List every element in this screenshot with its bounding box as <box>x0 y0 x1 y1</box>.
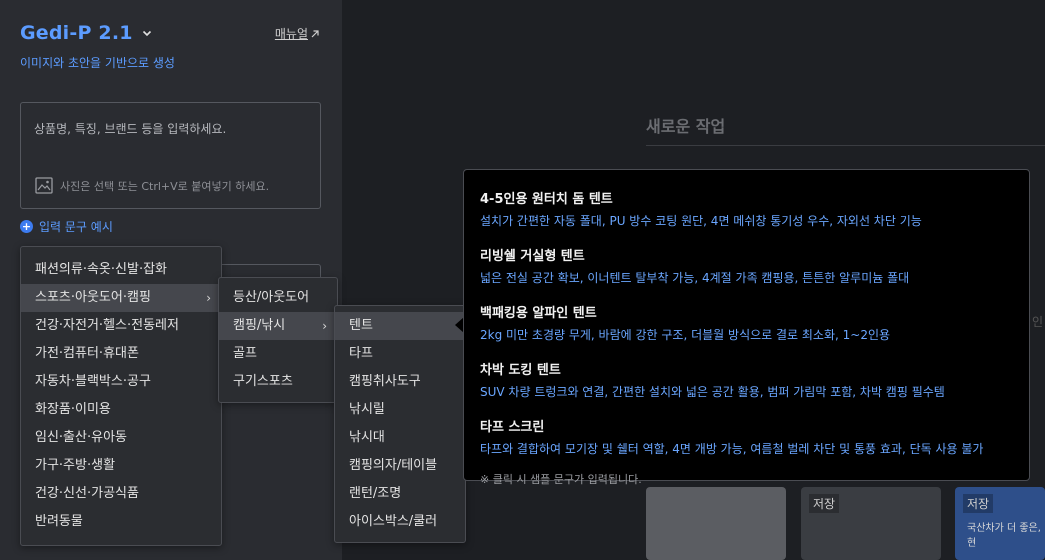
item-label: 낚시대 <box>349 430 385 445</box>
brand-selector[interactable]: Gedi-P 2.1 <box>20 22 153 44</box>
sample-desc: SUV 차량 트렁크와 연결, 간편한 설치와 넓은 공간 활용, 범퍼 가림막… <box>480 385 945 399</box>
sample-desc: 2kg 미만 초경량 무게, 바람에 강한 구조, 더블월 방식으로 결로 최소… <box>480 328 891 342</box>
category-item[interactable]: 가전·컴퓨터·휴대폰 <box>21 340 221 368</box>
category-item[interactable]: 건강·신선·가공식품 <box>21 480 221 508</box>
sample-entry[interactable]: 차박 도킹 텐트 SUV 차량 트렁크와 연결, 간편한 설치와 넓은 공간 활… <box>480 359 1013 400</box>
category-item[interactable]: 화장품·이미용 <box>21 396 221 424</box>
card-text: 국산차가 더 좋은, 현 <box>967 523 1041 549</box>
sample-title: 타프 스크린 <box>480 420 545 435</box>
prompt-placeholder: 상품명, 특징, 브랜드 등을 입력하세요. <box>34 122 227 136</box>
subcategory-menu: 등산/아웃도어 캠핑/낚시 › 골프 구기스포츠 <box>218 277 338 403</box>
category-label: 스포츠·아웃도어·캠핑 <box>35 290 151 305</box>
item-menu: 텐트 타프 캠핑취사도구 낚시릴 낚시대 캠핑의자/테이블 랜턴/조명 아이스박… <box>334 305 466 543</box>
item-label: 아이스박스/쿨러 <box>349 514 438 529</box>
chevron-down-icon <box>142 30 151 37</box>
sample-title: 차박 도킹 텐트 <box>480 363 561 378</box>
chevron-right-icon: › <box>322 319 327 333</box>
image-hint-text: 사진은 선택 또는 Ctrl+V로 붙여넣기 하세요. <box>60 179 270 193</box>
subcategory-item[interactable]: 등산/아웃도어 <box>219 284 337 312</box>
category-label: 건강·자전거·헬스·전동레저 <box>35 318 179 333</box>
item-label: 캠핑취사도구 <box>349 374 421 389</box>
sample-entry[interactable]: 리빙쉘 거실형 텐트 넓은 전실 공간 확보, 이너텐트 탈부착 가능, 4계절… <box>480 245 1013 286</box>
item-label: 캠핑의자/테이블 <box>349 458 438 473</box>
category-item[interactable]: 반려동물 <box>21 508 221 536</box>
subcategory-label: 등산/아웃도어 <box>233 290 310 305</box>
category-label: 건강·신선·가공식품 <box>35 486 139 501</box>
item-label: 텐트 <box>349 318 373 333</box>
card-tag: 저장 <box>963 494 994 513</box>
sample-desc: 넓은 전실 공간 확보, 이너텐트 탈부착 가능, 4계절 가족 캠핑용, 튼튼… <box>480 271 910 285</box>
sample-desc: 타프와 결합하여 모기장 및 쉘터 역할, 4면 개방 가능, 여름철 벌레 차… <box>480 442 984 456</box>
item-label: 타프 <box>349 346 373 361</box>
example-link[interactable]: + 입력 문구 예시 <box>20 218 113 235</box>
sample-entry[interactable]: 4-5인용 원터치 돔 텐트 설치가 간편한 자동 폴대, PU 방수 코팅 원… <box>480 188 1013 229</box>
category-menu: 패션의류·속옷·신발·잡화 스포츠·아웃도어·캠핑 › 건강·자전거·헬스·전동레… <box>20 246 222 546</box>
chevron-right-icon: › <box>206 291 211 305</box>
sample-title: 4-5인용 원터치 돔 텐트 <box>480 192 613 207</box>
section-title: 새로운 작업 <box>646 117 726 136</box>
category-label: 가구·주방·생활 <box>35 458 116 473</box>
item-entry[interactable]: 랜턴/조명 <box>335 480 465 508</box>
item-entry[interactable]: 낚시릴 <box>335 396 465 424</box>
sample-entry[interactable]: 타프 스크린 타프와 결합하여 모기장 및 쉘터 역할, 4면 개방 가능, 여… <box>480 416 1013 457</box>
sample-entry[interactable]: 백패킹용 알파인 텐트 2kg 미만 초경량 무게, 바람에 강한 구조, 더블… <box>480 302 1013 343</box>
subtitle: 이미지와 초안을 기반으로 생성 <box>20 56 175 70</box>
plus-circle-icon: + <box>20 220 33 233</box>
sample-desc: 설치가 간편한 자동 폴대, PU 방수 코팅 원단, 4면 메쉬창 통기성 우… <box>480 214 922 228</box>
category-item[interactable]: 건강·자전거·헬스·전동레저 <box>21 312 221 340</box>
subcategory-item[interactable]: 골프 <box>219 340 337 368</box>
category-label: 자동차·블랙박스·공구 <box>35 374 151 389</box>
category-label: 화장품·이미용 <box>35 402 111 417</box>
tooltip-note: ※ 클릭 시 샘플 문구가 입력됩니다. <box>480 473 642 486</box>
subcategory-label: 골프 <box>233 346 257 361</box>
sample-title: 백패킹용 알파인 텐트 <box>480 306 597 321</box>
item-label: 랜턴/조명 <box>349 486 402 501</box>
external-link-icon <box>311 29 319 37</box>
subcategory-label: 구기스포츠 <box>233 374 293 389</box>
image-icon <box>35 177 53 194</box>
category-label: 패션의류·속옷·신발·잡화 <box>35 262 167 277</box>
category-item[interactable]: 임신·출산·유아동 <box>21 424 221 452</box>
item-entry[interactable]: 타프 <box>335 340 465 368</box>
prompt-input[interactable]: 상품명, 특징, 브랜드 등을 입력하세요. 사진은 선택 또는 Ctrl+V로… <box>20 102 321 209</box>
edge-text: 인 <box>1031 315 1043 329</box>
item-label: 낚시릴 <box>349 402 385 417</box>
category-item[interactable]: 가구·주방·생활 <box>21 452 221 480</box>
work-card-2[interactable]: 저장 <box>801 487 941 560</box>
category-item-sports[interactable]: 스포츠·아웃도어·캠핑 › <box>21 284 221 312</box>
subcategory-label: 캠핑/낚시 <box>233 318 286 333</box>
item-entry[interactable]: 아이스박스/쿨러 <box>335 508 465 536</box>
category-label: 가전·컴퓨터·휴대폰 <box>35 346 139 361</box>
subcategory-item-camping[interactable]: 캠핑/낚시 › <box>219 312 337 340</box>
image-attach[interactable]: 사진은 선택 또는 Ctrl+V로 붙여넣기 하세요. <box>35 177 269 194</box>
sample-tooltip: 4-5인용 원터치 돔 텐트 설치가 간편한 자동 폴대, PU 방수 코팅 원… <box>463 169 1030 486</box>
brand-title: Gedi-P 2.1 <box>20 22 133 44</box>
category-label: 반려동물 <box>35 514 83 529</box>
category-item[interactable]: 자동차·블랙박스·공구 <box>21 368 221 396</box>
work-card-3[interactable]: 저장 국산차가 더 좋은, 현 <box>955 487 1045 560</box>
subcategory-item[interactable]: 구기스포츠 <box>219 368 337 396</box>
category-label: 임신·출산·유아동 <box>35 430 127 445</box>
category-item[interactable]: 패션의류·속옷·신발·잡화 <box>21 256 221 284</box>
manual-link[interactable]: 매뉴얼 <box>275 25 320 42</box>
item-entry[interactable]: 캠핑의자/테이블 <box>335 452 465 480</box>
section-divider <box>646 145 1045 146</box>
item-entry[interactable]: 캠핑취사도구 <box>335 368 465 396</box>
manual-label: 매뉴얼 <box>274 27 308 41</box>
example-link-label: 입력 문구 예시 <box>39 220 113 234</box>
item-tent[interactable]: 텐트 <box>335 312 465 340</box>
card-tag: 저장 <box>809 494 840 513</box>
work-card-1[interactable] <box>646 487 786 560</box>
item-entry[interactable]: 낚시대 <box>335 424 465 452</box>
sample-title: 리빙쉘 거실형 텐트 <box>480 249 585 264</box>
